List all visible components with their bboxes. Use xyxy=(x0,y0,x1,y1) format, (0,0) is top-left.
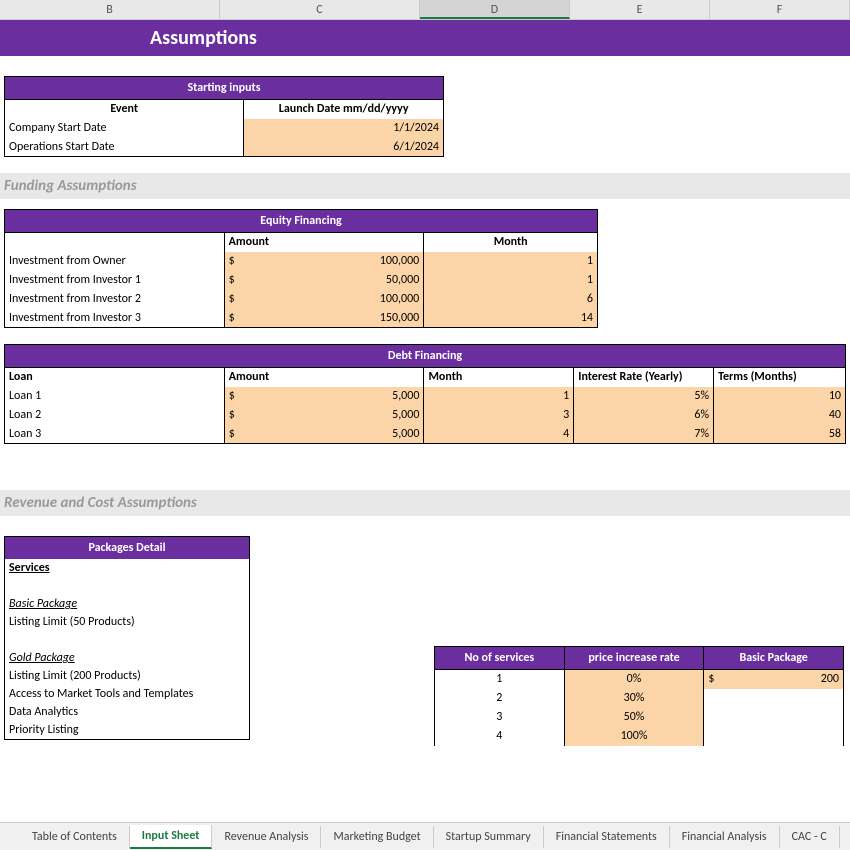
pricing-table: No of services price increase rate Basic… xyxy=(434,646,844,746)
cell[interactable]: Operations Start Date xyxy=(5,138,244,157)
equity-table: Equity Financing Amount Month Investment… xyxy=(4,209,598,328)
column-headers: B C D E F xyxy=(0,0,850,20)
equity-header: Equity Financing xyxy=(5,210,598,233)
tab-financial-stmt[interactable]: Financial Statements xyxy=(544,826,670,848)
tab-cac[interactable]: CAC - C xyxy=(780,826,840,848)
col-header-c[interactable]: C xyxy=(220,0,420,19)
tab-toc[interactable]: Table of Contents xyxy=(20,826,130,848)
debt-table: Debt Financing Loan Amount Month Interes… xyxy=(4,344,846,444)
debt-header: Debt Financing xyxy=(5,345,846,368)
sheet-tabs: Table of Contents Input Sheet Revenue An… xyxy=(0,822,850,850)
col-header-f[interactable]: F xyxy=(710,0,850,19)
packages-box: Packages Detail Services Basic Package L… xyxy=(4,536,250,740)
col-launch: Launch Date mm/dd/yyyy xyxy=(244,100,444,119)
revcost-header: Revenue and Cost Assumptions xyxy=(0,490,850,516)
funding-header: Funding Assumptions xyxy=(0,173,850,199)
col-header-e[interactable]: E xyxy=(570,0,710,19)
page-title: Assumptions xyxy=(0,20,850,56)
col-header-d[interactable]: D xyxy=(420,0,570,19)
tab-financial-analysis[interactable]: Financial Analysis xyxy=(670,826,780,848)
col-event: Event xyxy=(5,100,244,119)
cell[interactable]: 1/1/2024 xyxy=(244,119,444,138)
tab-input-sheet[interactable]: Input Sheet xyxy=(130,825,213,849)
cell[interactable]: Company Start Date xyxy=(5,119,244,138)
starting-header: Starting inputs xyxy=(5,77,444,100)
tab-marketing[interactable]: Marketing Budget xyxy=(321,826,433,848)
starting-inputs-table: Starting inputs Event Launch Date mm/dd/… xyxy=(4,76,444,157)
tab-revenue[interactable]: Revenue Analysis xyxy=(212,826,321,848)
tab-startup[interactable]: Startup Summary xyxy=(434,826,544,848)
col-header-b[interactable]: B xyxy=(0,0,220,19)
cell[interactable]: 6/1/2024 xyxy=(244,138,444,157)
